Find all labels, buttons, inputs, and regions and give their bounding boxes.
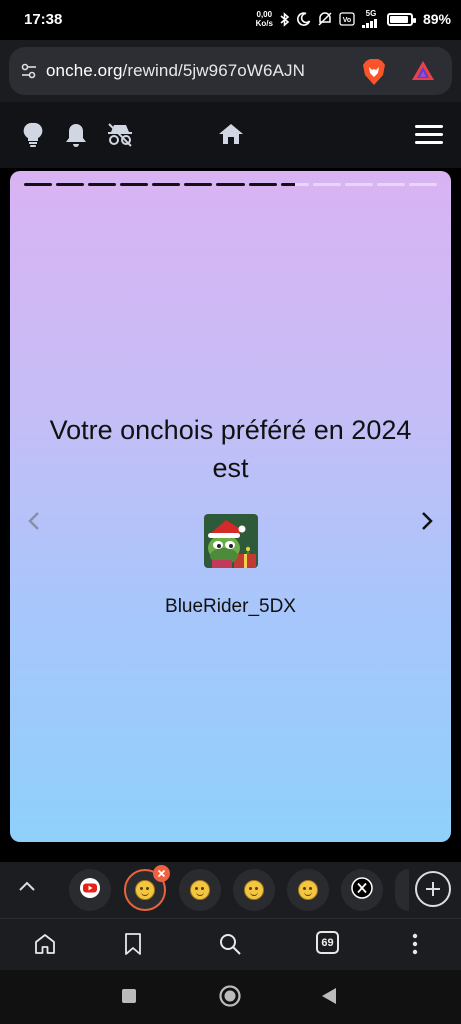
progress-segment-fill [216,183,245,186]
network-speed: 0,00 Ko/s [255,10,273,28]
story-progress-bar [24,183,438,187]
back-triangle-icon[interactable] [320,987,338,1010]
url-text[interactable]: onche.org/rewind/5jw967oW6AJN [46,61,305,81]
volte-icon: Vo [339,12,355,26]
onche-favicon-icon [190,880,210,900]
battery-icon [386,12,416,26]
progress-segment [56,183,85,186]
bluetooth-icon [279,11,291,27]
address-bar[interactable]: onche.org/rewind/5jw967oW6AJN [9,47,452,95]
status-bar: 17:38 0,00 Ko/s Vo 5G 89% [0,0,461,40]
signal-5g-icon: 5G [361,10,381,28]
status-icons: 0,00 Ko/s Vo 5G 89% [256,10,451,28]
next-story-chevron-icon[interactable] [419,511,435,536]
progress-segment-fill [280,183,295,186]
hamburger-menu-icon[interactable] [414,122,444,151]
status-time: 17:38 [24,11,63,28]
tab-youtube[interactable] [69,869,111,911]
progress-segment [248,183,277,186]
site-header [0,102,461,168]
collapse-tabs-chevron-icon[interactable] [17,879,37,898]
incognito-icon[interactable] [107,122,133,153]
progress-segment-fill [56,183,85,186]
tab-onche[interactable] [179,869,221,911]
url-host: onche.org [46,61,123,80]
rewind-story-card[interactable]: Votre onchois préféré en 2024 est BlueRi… [10,171,451,842]
recent-apps-square-icon[interactable] [120,987,138,1010]
tab-onche[interactable] [287,869,329,911]
progress-segment [280,183,309,186]
progress-segment [216,183,245,186]
progress-segment-fill [248,183,277,186]
system-navigation-bar [0,970,461,1024]
lightbulb-icon[interactable] [23,122,43,153]
progress-segment [408,183,438,186]
tab-onche-active[interactable] [124,865,170,911]
battery-percent: 89% [422,11,451,27]
brave-rewards-icon[interactable] [411,59,435,88]
progress-segment-fill [120,183,149,186]
tab-partial[interactable] [395,869,409,911]
progress-segment [152,183,181,186]
home-button-icon[interactable] [33,932,57,961]
search-icon[interactable] [218,932,242,961]
progress-segment-fill [152,183,181,186]
favorite-user-name[interactable]: BlueRider_5DX [10,596,451,618]
home-icon[interactable] [218,122,244,151]
svg-text:Vo: Vo [343,17,351,24]
tab-x[interactable] [341,869,383,911]
new-tab-button[interactable] [415,871,451,907]
progress-segment-fill [184,183,213,186]
mute-icon [317,12,333,26]
plus-icon [426,882,440,896]
youtube-icon [79,877,101,904]
progress-segment [88,183,117,186]
onche-favicon-icon [244,880,264,900]
progress-segment [312,183,341,186]
site-settings-icon[interactable] [19,61,39,86]
progress-segment [24,183,53,186]
brave-shields-icon[interactable] [361,58,387,91]
progress-segment [376,183,405,186]
tab-count-button[interactable]: 69 [316,931,339,954]
progress-segment [344,183,373,186]
close-tab-icon[interactable] [153,865,170,882]
tab-strip [0,862,461,918]
tab-onche[interactable] [233,869,275,911]
do-not-disturb-moon-icon [297,12,311,26]
url-path: /rewind/5jw967oW6AJN [122,61,305,80]
onche-favicon-icon [135,880,155,900]
previous-story-chevron-icon[interactable] [26,511,42,536]
onche-favicon-icon [298,880,318,900]
home-circle-icon[interactable] [218,984,242,1013]
bell-icon[interactable] [65,122,87,153]
progress-segment [120,183,149,186]
progress-segment [184,183,213,186]
user-avatar[interactable] [204,514,258,568]
x-logo-icon [351,876,373,904]
progress-segment-fill [88,183,117,186]
progress-segment-fill [24,183,53,186]
browser-toolbar: 69 [0,918,461,970]
browser-address-area: onche.org/rewind/5jw967oW6AJN [0,40,461,102]
more-options-icon[interactable] [411,932,419,961]
story-headline: Votre onchois préféré en 2024 est [49,415,412,483]
bookmark-icon[interactable] [123,932,143,961]
